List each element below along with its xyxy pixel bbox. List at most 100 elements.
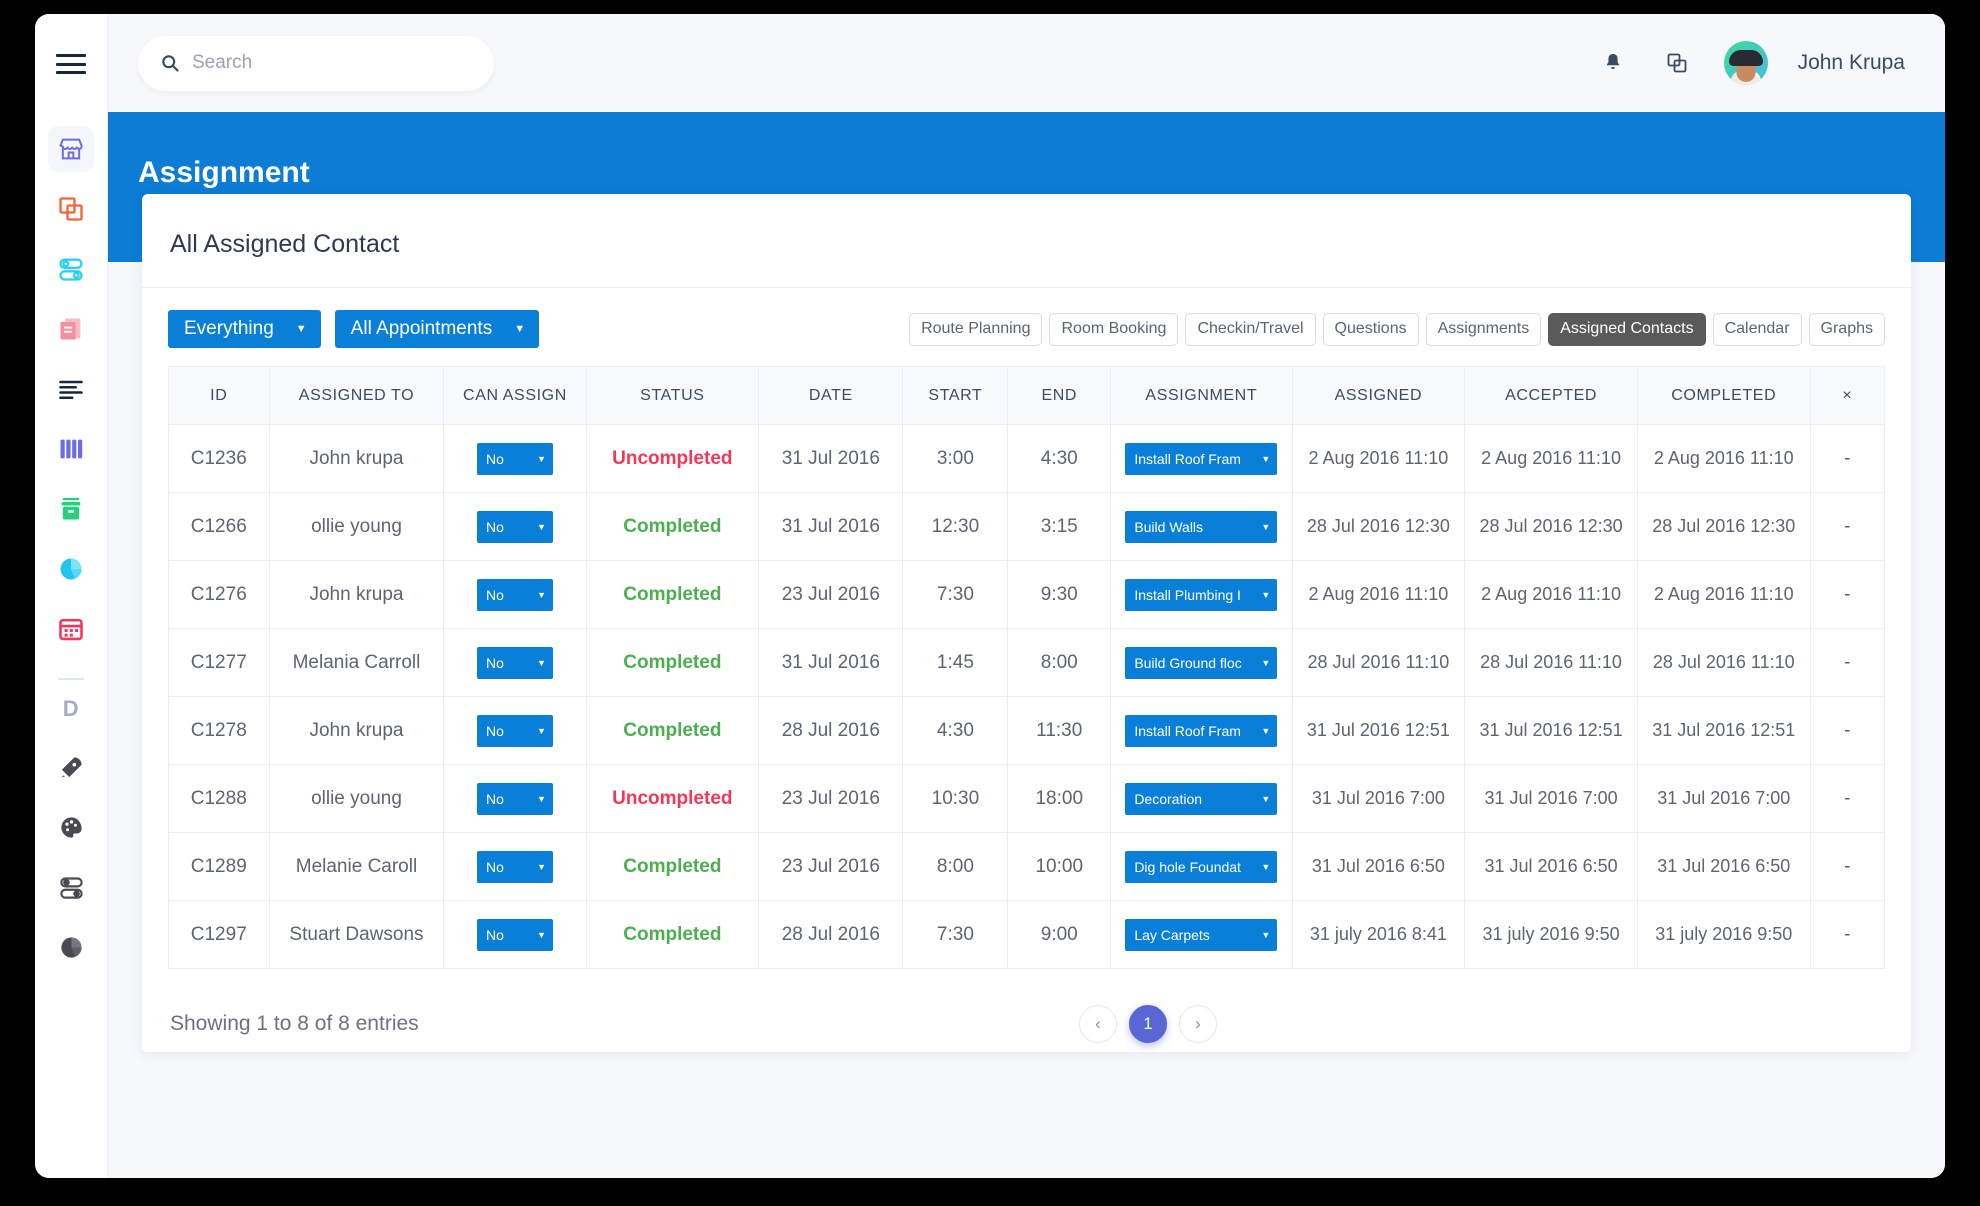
notifications-button[interactable] — [1596, 46, 1630, 80]
cell-remove[interactable]: - — [1809, 560, 1886, 629]
sidebar-item-rocket[interactable] — [48, 744, 94, 790]
column-header-status[interactable]: STATUS — [585, 366, 760, 425]
chevron-down-icon: ▼ — [514, 323, 526, 335]
can-assign-dropdown[interactable]: No ▼ — [476, 714, 553, 747]
tab-assigned-contacts[interactable]: Assigned Contacts — [1548, 312, 1706, 346]
pagination-prev[interactable]: ‹ — [1079, 1005, 1117, 1043]
filter-everything-dropdown[interactable]: Everything ▼ — [168, 310, 321, 348]
cell-start: 4:30 — [902, 696, 1009, 765]
chevron-down-icon: ▼ — [537, 861, 546, 872]
sidebar-item-list-align[interactable] — [48, 366, 94, 412]
list-align-icon — [59, 380, 83, 400]
tab-room-booking[interactable]: Room Booking — [1049, 312, 1179, 346]
column-header-id[interactable]: ID — [168, 366, 270, 425]
status-badge: Completed — [623, 583, 722, 605]
sidebar-item-documents[interactable] — [48, 306, 94, 352]
cell-status: Completed — [585, 560, 760, 629]
column-header-completed[interactable]: COMPLETED — [1636, 366, 1811, 425]
cell-date: 31 Jul 2016 — [758, 628, 904, 697]
sidebar-item-pie-grey[interactable] — [48, 924, 94, 970]
sidebar-item-palette[interactable] — [48, 804, 94, 850]
copy-window-icon — [1667, 53, 1686, 73]
chevron-down-icon: ▼ — [537, 725, 546, 736]
cell-completed: 31 july 2016 9:50 — [1636, 900, 1811, 969]
cell-accepted: 2 Aug 2016 11:10 — [1464, 424, 1638, 493]
tab-questions[interactable]: Questions — [1322, 312, 1419, 346]
search-input[interactable] — [192, 52, 472, 74]
cell-remove[interactable]: - — [1809, 832, 1886, 901]
sidebar-item-archive[interactable] — [48, 486, 94, 532]
hamburger-icon[interactable] — [56, 54, 86, 74]
tab-assignments[interactable]: Assignments — [1425, 312, 1542, 346]
sidebar-item-store[interactable] — [48, 126, 94, 172]
cell-remove[interactable]: - — [1809, 900, 1886, 969]
can-assign-dropdown[interactable]: No ▼ — [476, 850, 553, 883]
assignment-dropdown[interactable]: Decoration ▼ — [1125, 782, 1278, 815]
assignment-dropdown[interactable]: Lay Carpets ▼ — [1125, 918, 1278, 951]
search-box[interactable] — [138, 35, 494, 91]
cell-remove[interactable]: - — [1809, 764, 1886, 833]
column-header-end[interactable]: END — [1007, 366, 1112, 425]
table-row: C1288 ollie young No ▼ Uncompleted 23 Jul 201… — [168, 764, 1886, 833]
cell-remove[interactable]: - — [1809, 424, 1886, 493]
cell-id: C1277 — [168, 628, 270, 697]
cell-id: C1276 — [168, 560, 270, 629]
pagination-next[interactable]: › — [1179, 1005, 1217, 1043]
sidebar-item-columns[interactable] — [48, 426, 94, 472]
filter-appointments-dropdown[interactable]: All Appointments ▼ — [334, 310, 540, 348]
tab-checkin-travel[interactable]: Checkin/Travel — [1185, 312, 1316, 346]
column-header-date[interactable]: DATE — [758, 366, 904, 425]
can-assign-dropdown[interactable]: No ▼ — [476, 918, 553, 951]
column-header-assigned[interactable]: ASSIGNED — [1291, 366, 1466, 425]
can-assign-dropdown[interactable]: No ▼ — [476, 442, 553, 475]
entries-count: Showing 1 to 8 of 8 entries — [170, 1012, 419, 1035]
cell-remove[interactable]: - — [1809, 696, 1886, 765]
assignment-dropdown[interactable]: Build Ground floc ▼ — [1125, 646, 1278, 679]
cell-accepted: 2 Aug 2016 11:10 — [1464, 560, 1638, 629]
assignment-dropdown[interactable]: Install Roof Fram ▼ — [1125, 714, 1278, 747]
can-assign-dropdown[interactable]: No ▼ — [476, 578, 553, 611]
column-header-assignment[interactable]: ASSIGNMENT — [1110, 366, 1293, 425]
assignment-dropdown[interactable]: Build Walls ▼ — [1125, 510, 1278, 543]
table-row: C1276 John krupa No ▼ Completed 23 Jul 2016 7:… — [168, 560, 1886, 629]
cell-remove[interactable]: - — [1809, 628, 1886, 697]
sidebar: D — [35, 14, 108, 1178]
sidebar-item-toggles-grey[interactable] — [48, 864, 94, 910]
cell-completed: 31 Jul 2016 12:51 — [1636, 696, 1811, 765]
cell-id: C1297 — [168, 900, 270, 969]
sidebar-item-pie-chart[interactable] — [48, 546, 94, 592]
column-header-start[interactable]: START — [902, 366, 1009, 425]
can-assign-dropdown[interactable]: No ▼ — [476, 646, 553, 679]
tab-calendar[interactable]: Calendar — [1712, 312, 1802, 346]
sidebar-item-copy[interactable] — [48, 186, 94, 232]
cell-end: 4:30 — [1007, 424, 1112, 493]
sidebar-item-toggles[interactable] — [48, 246, 94, 292]
cell-assigned-to: Melania Carroll — [268, 628, 445, 697]
tab-graphs[interactable]: Graphs — [1808, 312, 1885, 346]
cell-remove[interactable]: - — [1809, 492, 1886, 561]
assignment-dropdown[interactable]: Install Plumbing I ▼ — [1125, 578, 1278, 611]
column-header-close[interactable]: × — [1809, 366, 1886, 425]
windows-button[interactable] — [1660, 46, 1694, 80]
column-header-accepted[interactable]: ACCEPTED — [1464, 366, 1638, 425]
status-badge: Completed — [623, 923, 722, 945]
avatar[interactable] — [1723, 41, 1768, 85]
user-name: John Krupa — [1797, 51, 1905, 74]
cell-assigned: 2 Aug 2016 11:10 — [1291, 424, 1466, 493]
calendar-icon — [59, 618, 83, 641]
cell-assigned-to: ollie young — [268, 492, 445, 561]
toggles-icon — [59, 258, 83, 281]
column-header-assigned-to[interactable]: ASSIGNED TO — [268, 366, 445, 425]
column-header-can-assign[interactable]: CAN ASSIGN — [443, 366, 587, 425]
assignment-dropdown[interactable]: Dig hole Foundat ▼ — [1125, 850, 1278, 883]
tab-route-planning[interactable]: Route Planning — [909, 312, 1043, 346]
can-assign-dropdown[interactable]: No ▼ — [476, 782, 553, 815]
assignment-dropdown[interactable]: Install Roof Fram ▼ — [1125, 442, 1278, 475]
cell-status: Uncompleted — [585, 424, 760, 493]
app-window: D Search John Krupa Assignment All Assig… — [35, 14, 1945, 1178]
can-assign-dropdown[interactable]: No ▼ — [476, 510, 553, 543]
pagination-page-1[interactable]: 1 — [1129, 1005, 1167, 1043]
sidebar-item-calendar[interactable] — [48, 606, 94, 652]
table-header: ID ASSIGNED TO CAN ASSIGN STATUS DATE ST… — [168, 366, 1886, 425]
cell-start: 3:00 — [902, 424, 1009, 493]
